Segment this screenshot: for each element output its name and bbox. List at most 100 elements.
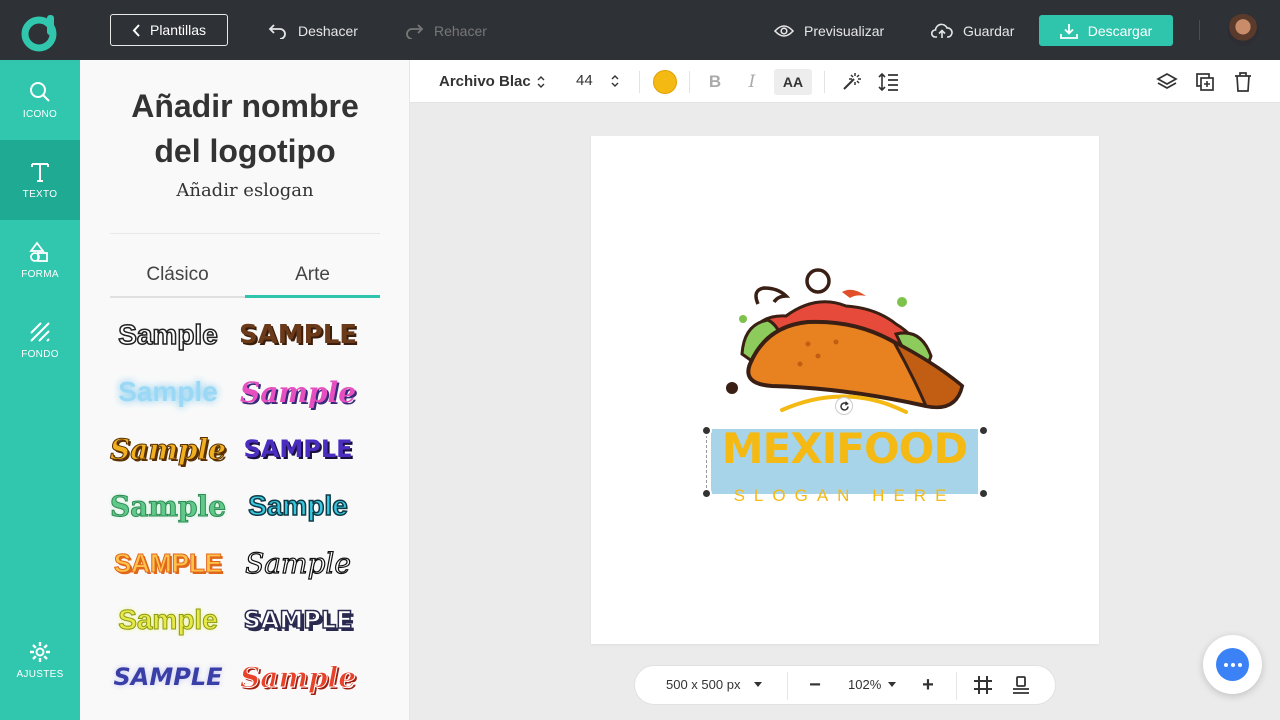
zoom-in-button[interactable]: + [916, 673, 940, 697]
rotate-icon [839, 400, 849, 411]
redo-icon [406, 24, 424, 39]
download-icon [1059, 23, 1078, 39]
rail-item-label: AJUSTES [16, 668, 64, 680]
canvas-size-select[interactable]: 500 x 500 px [666, 677, 763, 692]
font-family-value: Archivo Blac [439, 73, 531, 90]
panel-title-line1: Añadir nombre [131, 88, 359, 124]
sample-style[interactable]: Sample [238, 654, 358, 700]
font-family-select[interactable]: Archivo Blac [439, 73, 545, 90]
rail-item-shape[interactable]: FORMA [0, 220, 80, 300]
sample-style[interactable]: Sample [108, 597, 228, 643]
trash-icon[interactable] [1232, 71, 1254, 93]
rail-item-label: ICONO [22, 108, 58, 120]
download-label: Descargar [1087, 22, 1153, 39]
app-logo-icon[interactable] [20, 12, 60, 52]
resize-handle-top-right[interactable] [978, 425, 989, 436]
toolbar-divider [639, 71, 640, 93]
eye-icon [774, 25, 794, 37]
uppercase-button[interactable]: AA [774, 69, 812, 95]
brand-slogan-text[interactable]: SLOGAN HERE [711, 486, 978, 506]
background-icon [30, 321, 50, 342]
chat-bubble-icon [1216, 648, 1249, 681]
updown-arrow-icon [537, 75, 545, 88]
magic-wand-icon[interactable] [840, 71, 862, 93]
text-panel: Añadir nombre del logotipo Añadir esloga… [80, 60, 410, 720]
sample-style[interactable]: SAMPLE [108, 540, 228, 586]
text-icon [31, 162, 49, 182]
text-toolbar: Archivo Blac 44 B I AA [410, 60, 1280, 103]
add-logo-name-button[interactable]: Añadir nombre del logotipo [80, 84, 409, 174]
sample-style[interactable]: Sample [108, 426, 228, 472]
search-icon [30, 81, 50, 102]
layers-icon[interactable] [1156, 71, 1178, 93]
taco-logo-icon[interactable] [716, 264, 976, 414]
shapes-icon [29, 241, 48, 262]
controls-divider [787, 672, 788, 700]
updown-arrow-icon [611, 74, 619, 87]
sample-style[interactable]: Sample [238, 540, 358, 586]
sample-style[interactable]: Sample [108, 483, 228, 529]
toolbar-divider [824, 71, 825, 93]
templates-button[interactable]: Plantillas [110, 14, 228, 46]
brand-name-text[interactable]: MEXIFOOD [711, 425, 978, 473]
canvas-controls: 500 x 500 px − 102% + [634, 665, 1056, 705]
panel-title-line2: del logotipo [154, 133, 336, 169]
rotate-handle[interactable] [835, 397, 853, 415]
align-center-icon[interactable] [1009, 673, 1033, 697]
undo-icon [268, 24, 286, 39]
zoom-out-button[interactable]: − [803, 673, 827, 697]
font-size-value: 44 [576, 72, 593, 89]
text-color-swatch[interactable] [653, 70, 677, 94]
panel-divider [110, 233, 380, 234]
chevron-left-icon [132, 23, 140, 37]
undo-label: Deshacer [298, 23, 358, 39]
caret-down-icon [888, 682, 897, 687]
tab-classic[interactable]: Clásico [110, 260, 245, 296]
rail-item-text[interactable]: TEXTO [0, 140, 80, 220]
cloud-upload-icon [931, 23, 953, 38]
rail-item-background[interactable]: FONDO [0, 300, 80, 380]
undo-button[interactable]: Deshacer [268, 20, 358, 42]
tab-art[interactable]: Arte [245, 260, 380, 298]
chat-button[interactable] [1203, 635, 1262, 694]
zoom-value: 102% [848, 677, 882, 692]
sample-style[interactable]: SAMPLE [238, 597, 358, 643]
add-slogan-button[interactable]: Añadir eslogan [80, 180, 409, 201]
duplicate-icon[interactable] [1194, 71, 1216, 93]
left-rail: ICONO TEXTO FORMA FONDO AJUSTES [0, 60, 80, 720]
rail-item-label: FORMA [21, 268, 59, 280]
rail-item-settings[interactable]: AJUSTES [0, 620, 80, 700]
redo-button[interactable]: Rehacer [404, 20, 487, 42]
sample-style[interactable]: SAMPLE [108, 654, 228, 700]
gear-icon [30, 641, 50, 662]
line-spacing-icon[interactable] [878, 71, 900, 93]
rail-item-label: FONDO [21, 348, 59, 360]
resize-handle-top-left[interactable] [701, 425, 712, 436]
canvas-size-value: 500 x 500 px [666, 677, 741, 692]
sample-style[interactable]: Sample [238, 369, 358, 415]
grid-icon[interactable] [971, 673, 995, 697]
templates-label: Plantillas [149, 22, 207, 38]
avatar[interactable] [1227, 14, 1259, 46]
sample-style[interactable]: SAMPLE [238, 426, 358, 472]
sample-style[interactable]: SAMPLE [238, 312, 358, 358]
sample-style[interactable]: Sample [108, 312, 228, 358]
italic-button[interactable]: I [744, 69, 760, 95]
save-button[interactable]: Guardar [931, 20, 1014, 42]
style-tabs: Clásico Arte [110, 260, 380, 298]
font-size-select[interactable]: 44 [576, 72, 619, 89]
save-label: Guardar [963, 23, 1015, 39]
bold-button[interactable]: B [706, 69, 724, 95]
preview-button[interactable]: Previsualizar [774, 20, 884, 42]
rail-item-icon[interactable]: ICONO [0, 60, 80, 140]
sample-style[interactable]: Sample [238, 483, 358, 529]
download-button[interactable]: Descargar [1039, 15, 1173, 46]
resize-handle-bottom-right[interactable] [978, 488, 989, 499]
resize-handle-bottom-left[interactable] [701, 488, 712, 499]
caret-down-icon [754, 682, 763, 687]
zoom-select[interactable]: 102% [848, 677, 897, 692]
sample-style[interactable]: Sample [108, 369, 228, 415]
redo-label: Rehacer [434, 23, 487, 39]
controls-divider [956, 672, 957, 700]
top-bar: Plantillas Deshacer Rehacer Previsualiza… [0, 0, 1280, 60]
